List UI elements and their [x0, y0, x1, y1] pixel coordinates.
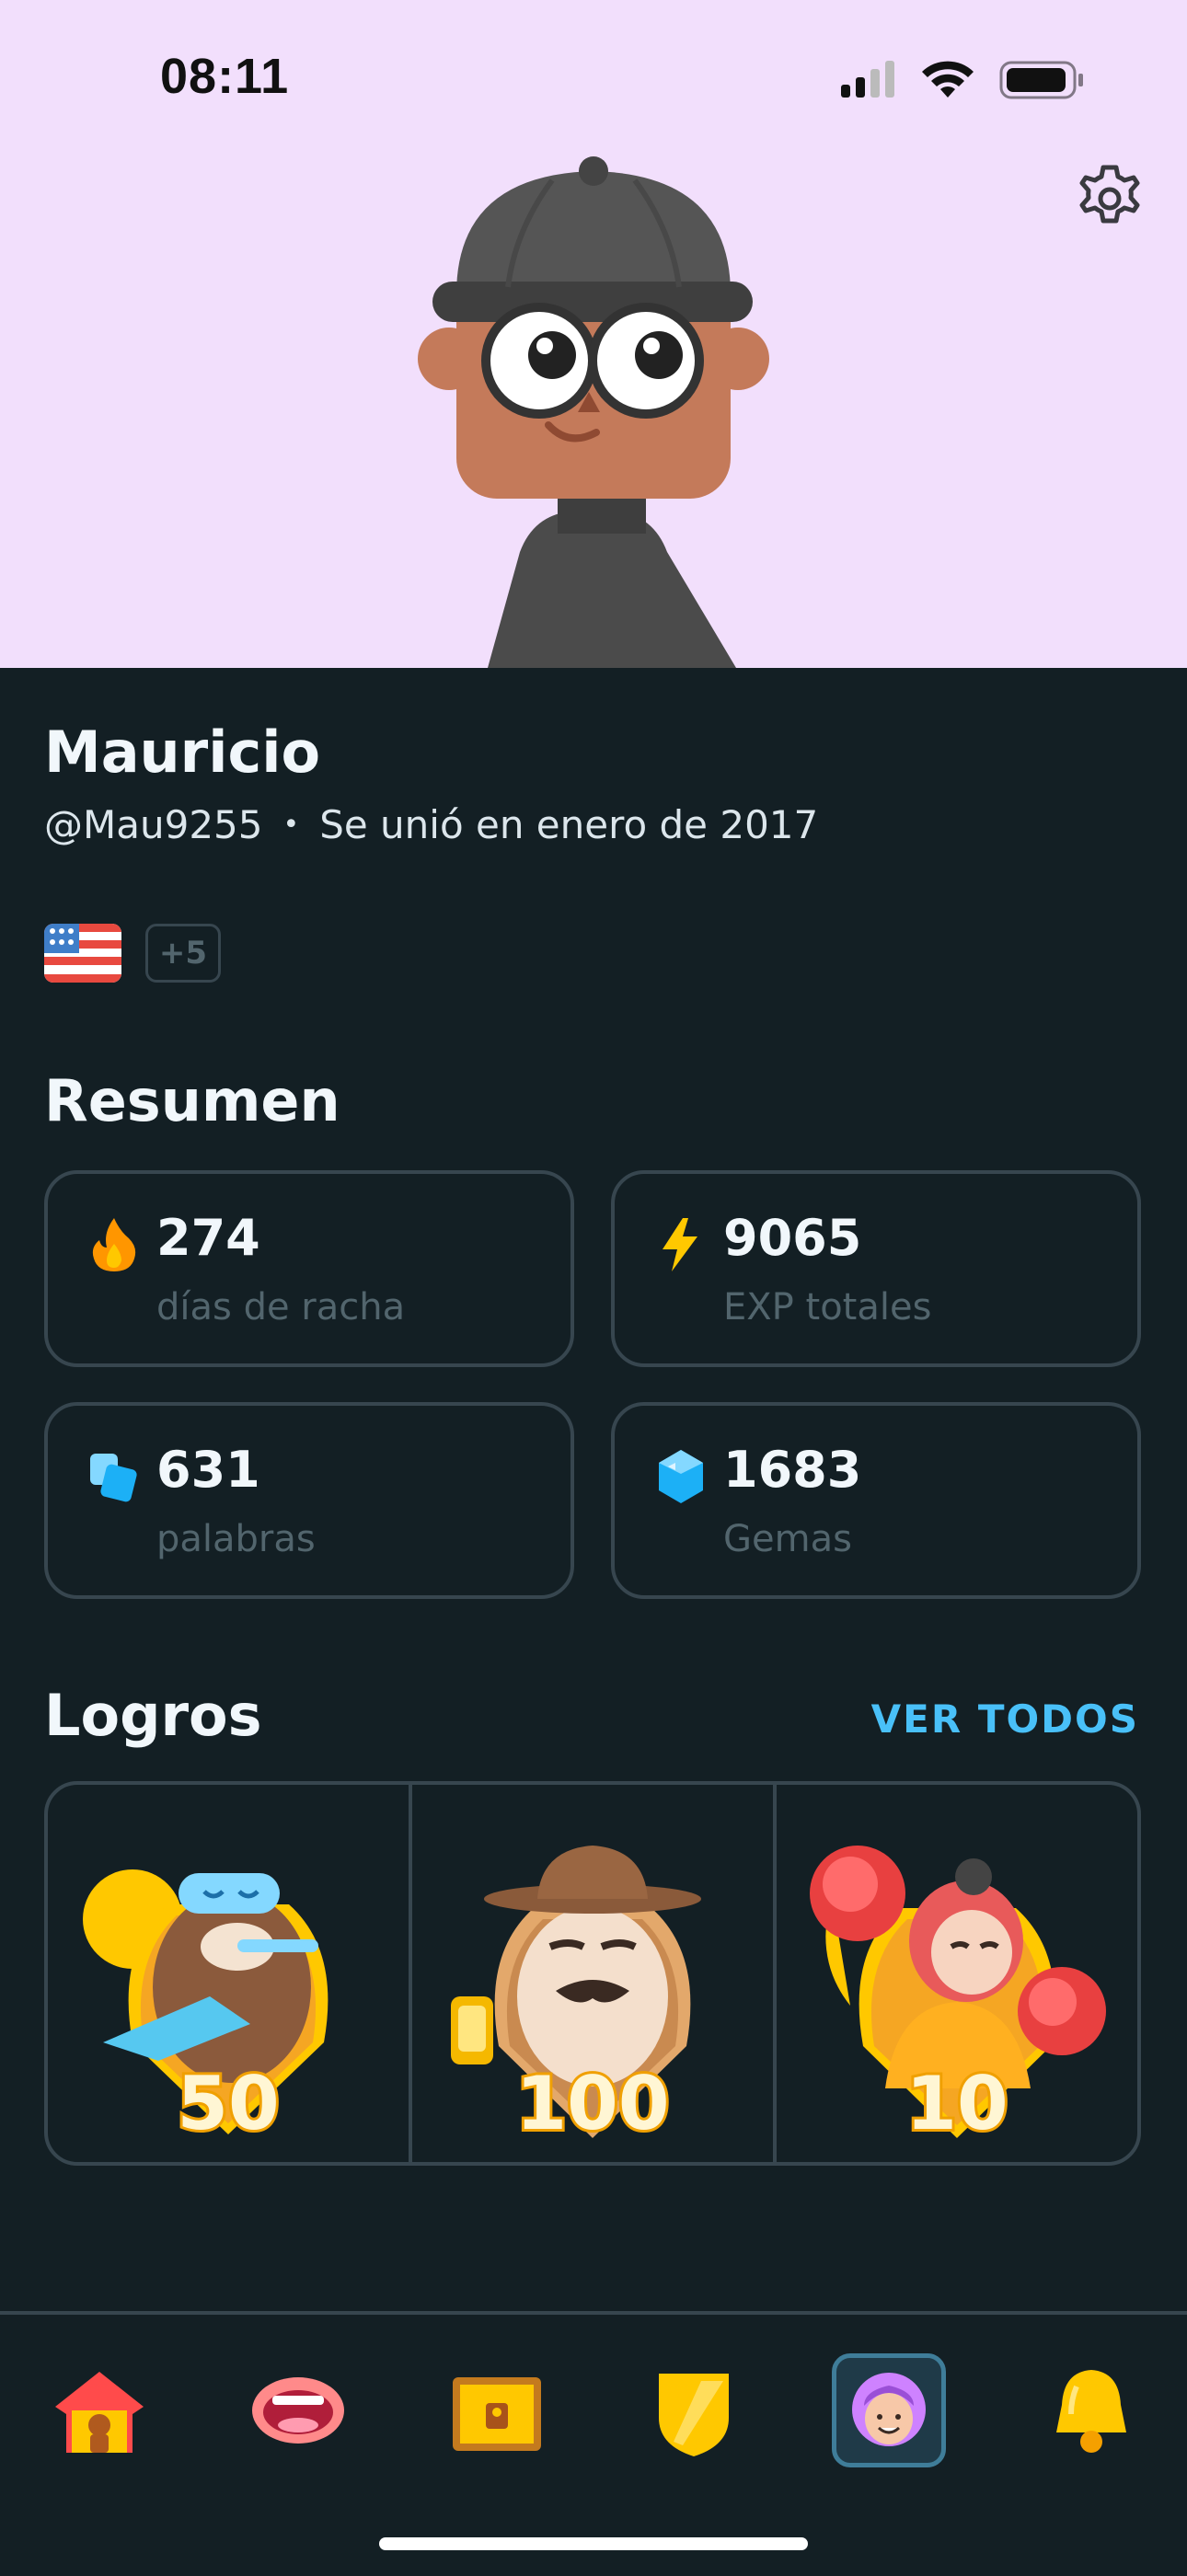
- achievement-badge[interactable]: 100: [412, 1785, 777, 2162]
- chest-icon[interactable]: [440, 2353, 554, 2467]
- tab-profile[interactable]: [832, 2353, 946, 2467]
- stat-value: 1683: [723, 1441, 862, 1499]
- meta-separator: •: [282, 809, 300, 841]
- bell-icon[interactable]: [1034, 2353, 1148, 2467]
- profile-header: Mauricio @Mau9255 • Se unió en enero de …: [44, 716, 818, 847]
- profile-username: @Mau9255: [44, 802, 263, 847]
- user-avatar-illustration: [418, 156, 769, 668]
- home-indicator[interactable]: [379, 2537, 808, 2550]
- achievement-level: 50: [174, 2058, 282, 2149]
- see-all-achievements-link[interactable]: VER TODOS: [871, 1696, 1139, 1742]
- profile-name: Mauricio: [44, 719, 321, 786]
- achievements-card[interactable]: 50 100 10: [44, 1781, 1141, 2166]
- stat-label: Gemas: [723, 1518, 852, 1560]
- stat-value: 631: [156, 1441, 260, 1499]
- profile-joined-date: Se unió en enero de 2017: [319, 802, 819, 847]
- avatar-hero: 08:11: [0, 0, 1187, 668]
- speak-icon[interactable]: [241, 2353, 355, 2467]
- profile-meta: @Mau9255 • Se unió en enero de 2017: [44, 802, 818, 847]
- bottom-tab-bar: [0, 2311, 1187, 2576]
- gem-icon: [659, 1450, 703, 1503]
- stat-card-xp: 9065 EXP totales: [611, 1170, 1141, 1367]
- achievements-title: Logros: [44, 1682, 262, 1749]
- home-icon[interactable]: [42, 2353, 156, 2467]
- stat-value: 9065: [723, 1209, 862, 1267]
- courses-row: +5: [44, 924, 221, 983]
- us-flag-icon[interactable]: [44, 924, 121, 983]
- achievement-badge[interactable]: 10: [777, 1785, 1137, 2162]
- cards-icon: [90, 1454, 137, 1502]
- stat-card-gems: 1683 Gemas: [611, 1402, 1141, 1599]
- stat-label: días de racha: [156, 1286, 406, 1328]
- stat-card-streak: 274 días de racha: [44, 1170, 574, 1367]
- achievement-badge[interactable]: 50: [48, 1785, 412, 2162]
- more-courses-badge[interactable]: +5: [145, 924, 221, 983]
- achievement-level: 100: [513, 2058, 673, 2149]
- stat-label: EXP totales: [723, 1286, 932, 1328]
- stat-card-words: 631 palabras: [44, 1402, 574, 1599]
- shield-icon[interactable]: [637, 2353, 751, 2467]
- achievement-level: 10: [903, 2058, 1010, 2149]
- flame-icon: [92, 1218, 136, 1271]
- lightning-icon: [663, 1218, 697, 1271]
- profile-icon: [852, 2373, 926, 2446]
- stat-label: palabras: [156, 1518, 316, 1560]
- stat-value: 274: [156, 1209, 260, 1267]
- summary-title: Resumen: [44, 1067, 340, 1134]
